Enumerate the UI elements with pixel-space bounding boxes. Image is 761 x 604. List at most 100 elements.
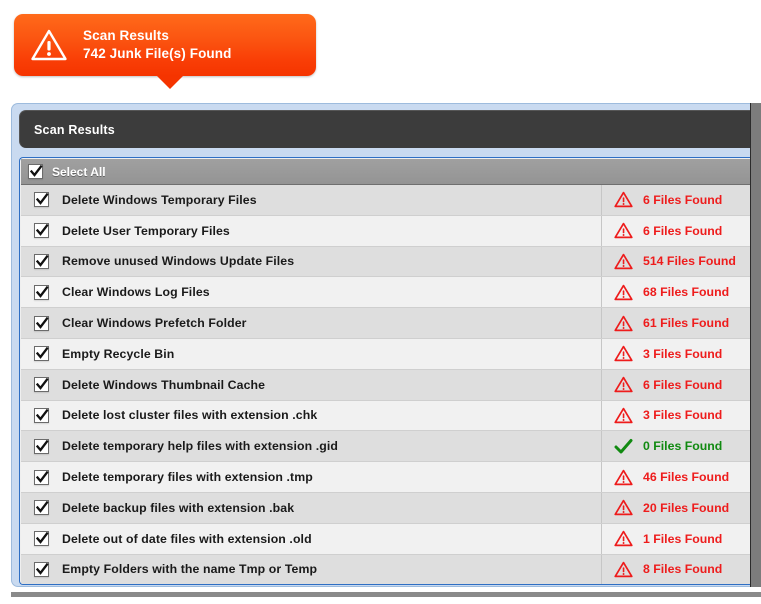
row-label: Delete temporary files with extension .t…	[62, 470, 601, 484]
row-checkbox[interactable]	[34, 377, 49, 392]
table-row[interactable]: Delete temporary help files with extensi…	[21, 431, 761, 462]
warning-triangle-icon	[614, 253, 633, 270]
checkmark-icon	[35, 408, 50, 424]
warning-triangle-icon	[614, 345, 633, 362]
panel-bottom-edge	[11, 592, 761, 597]
table-row[interactable]: Empty Recycle Bin 3 Files Found	[21, 339, 761, 370]
row-checkbox-cell[interactable]	[21, 285, 62, 300]
row-label: Delete lost cluster files with extension…	[62, 408, 601, 422]
select-all-checkbox[interactable]	[28, 164, 43, 179]
checkmark-icon	[35, 470, 50, 486]
warning-triangle-icon	[614, 407, 633, 424]
table-row[interactable]: Clear Windows Log Files68 Files Found	[21, 277, 761, 308]
warning-triangle-icon	[614, 530, 633, 547]
table-row[interactable]: Delete lost cluster files with extension…	[21, 401, 761, 432]
row-count-label: 46 Files Found	[643, 470, 729, 484]
row-checkbox[interactable]	[34, 408, 49, 423]
checkmark-icon	[35, 562, 50, 578]
row-count-label: 3 Files Found	[643, 408, 722, 422]
row-checkbox-cell[interactable]	[21, 192, 62, 207]
table-row[interactable]: Delete out of date files with extension …	[21, 524, 761, 555]
row-checkbox[interactable]	[34, 254, 49, 269]
row-status-cell: 46 Files Found	[601, 462, 761, 492]
row-checkbox[interactable]	[34, 192, 49, 207]
table-row[interactable]: Delete Windows Thumbnail Cache6 Files Fo…	[21, 370, 761, 401]
row-checkbox[interactable]	[34, 285, 49, 300]
warning-triangle-icon	[614, 469, 633, 486]
table-row[interactable]: Delete temporary files with extension .t…	[21, 462, 761, 493]
row-checkbox-cell[interactable]	[21, 223, 62, 238]
row-checkbox[interactable]	[34, 500, 49, 515]
row-status-cell: 3 Files Found	[601, 401, 761, 431]
checkmark-icon	[35, 192, 50, 208]
callout-subtitle: 742 Junk File(s) Found	[83, 45, 231, 63]
row-status-cell: 6 Files Found	[601, 216, 761, 246]
row-count-label: 20 Files Found	[643, 501, 729, 515]
row-label: Clear Windows Prefetch Folder	[62, 316, 601, 330]
row-count-label: 6 Files Found	[643, 378, 722, 392]
row-checkbox-cell[interactable]	[21, 562, 62, 577]
checkmark-icon	[35, 254, 50, 270]
checkmark-icon	[35, 285, 50, 301]
row-count-label: 8 Files Found	[643, 562, 722, 576]
row-checkbox-cell[interactable]	[21, 500, 62, 515]
row-count-label: 1 Files Found	[643, 532, 722, 546]
table-row[interactable]: Delete Windows Temporary Files6 Files Fo…	[21, 185, 761, 216]
row-status-cell: 61 Files Found	[601, 308, 761, 338]
row-checkbox-cell[interactable]	[21, 316, 62, 331]
row-status-cell: 68 Files Found	[601, 277, 761, 307]
row-checkbox-cell[interactable]	[21, 470, 62, 485]
green-check-icon	[614, 438, 633, 455]
checkmark-icon	[29, 164, 44, 180]
callout-title: Scan Results	[83, 27, 231, 45]
warning-triangle-icon	[614, 315, 633, 332]
table-row[interactable]: Delete backup files with extension .bak 2…	[21, 493, 761, 524]
row-status-cell: 1 Files Found	[601, 524, 761, 554]
scan-item-rows: Delete Windows Temporary Files6 Files Fo…	[21, 185, 761, 585]
checkmark-icon	[35, 500, 50, 516]
row-count-label: 6 Files Found	[643, 193, 722, 207]
row-checkbox-cell[interactable]	[21, 377, 62, 392]
row-checkbox[interactable]	[34, 346, 49, 361]
warning-triangle-icon	[614, 222, 633, 239]
row-checkbox-cell[interactable]	[21, 531, 62, 546]
row-label: Delete temporary help files with extensi…	[62, 439, 601, 453]
row-checkbox-cell[interactable]	[21, 254, 62, 269]
row-status-cell: 0 Files Found	[601, 431, 761, 461]
row-checkbox[interactable]	[34, 316, 49, 331]
select-all-row[interactable]: Select All	[21, 159, 761, 185]
table-row[interactable]: Delete User Temporary Files 6 Files Found	[21, 216, 761, 247]
warning-triangle-icon	[614, 284, 633, 301]
table-row[interactable]: Empty Folders with the name Tmp or Temp8…	[21, 555, 761, 585]
callout-pointer-arrow	[156, 75, 184, 89]
checkmark-icon	[35, 531, 50, 547]
row-checkbox-cell[interactable]	[21, 439, 62, 454]
row-count-label: 0 Files Found	[643, 439, 722, 453]
row-label: Remove unused Windows Update Files	[62, 254, 601, 268]
row-checkbox[interactable]	[34, 562, 49, 577]
row-label: Clear Windows Log Files	[62, 285, 601, 299]
row-checkbox[interactable]	[34, 439, 49, 454]
row-status-cell: 6 Files Found	[601, 185, 761, 215]
row-checkbox-cell[interactable]	[21, 346, 62, 361]
checkmark-icon	[35, 346, 50, 362]
checkmark-icon	[35, 439, 50, 455]
row-status-cell: 514 Files Found	[601, 247, 761, 277]
row-checkbox-cell[interactable]	[21, 408, 62, 423]
table-row[interactable]: Remove unused Windows Update Files 514 Fi…	[21, 247, 761, 278]
checkmark-icon	[35, 377, 50, 393]
row-label: Empty Recycle Bin	[62, 347, 601, 361]
row-label: Delete User Temporary Files	[62, 224, 601, 238]
row-count-label: 514 Files Found	[643, 254, 736, 268]
row-count-label: 3 Files Found	[643, 347, 722, 361]
row-label: Delete backup files with extension .bak	[62, 501, 601, 515]
row-checkbox[interactable]	[34, 531, 49, 546]
row-checkbox[interactable]	[34, 223, 49, 238]
table-row[interactable]: Clear Windows Prefetch Folder61 Files Fo…	[21, 308, 761, 339]
row-checkbox[interactable]	[34, 470, 49, 485]
panel-right-edge	[750, 103, 761, 587]
scan-results-panel: Scan Results Select All Delete Windows T…	[11, 103, 761, 587]
row-label: Delete out of date files with extension …	[62, 532, 601, 546]
row-count-label: 6 Files Found	[643, 224, 722, 238]
checkmark-icon	[35, 316, 50, 332]
